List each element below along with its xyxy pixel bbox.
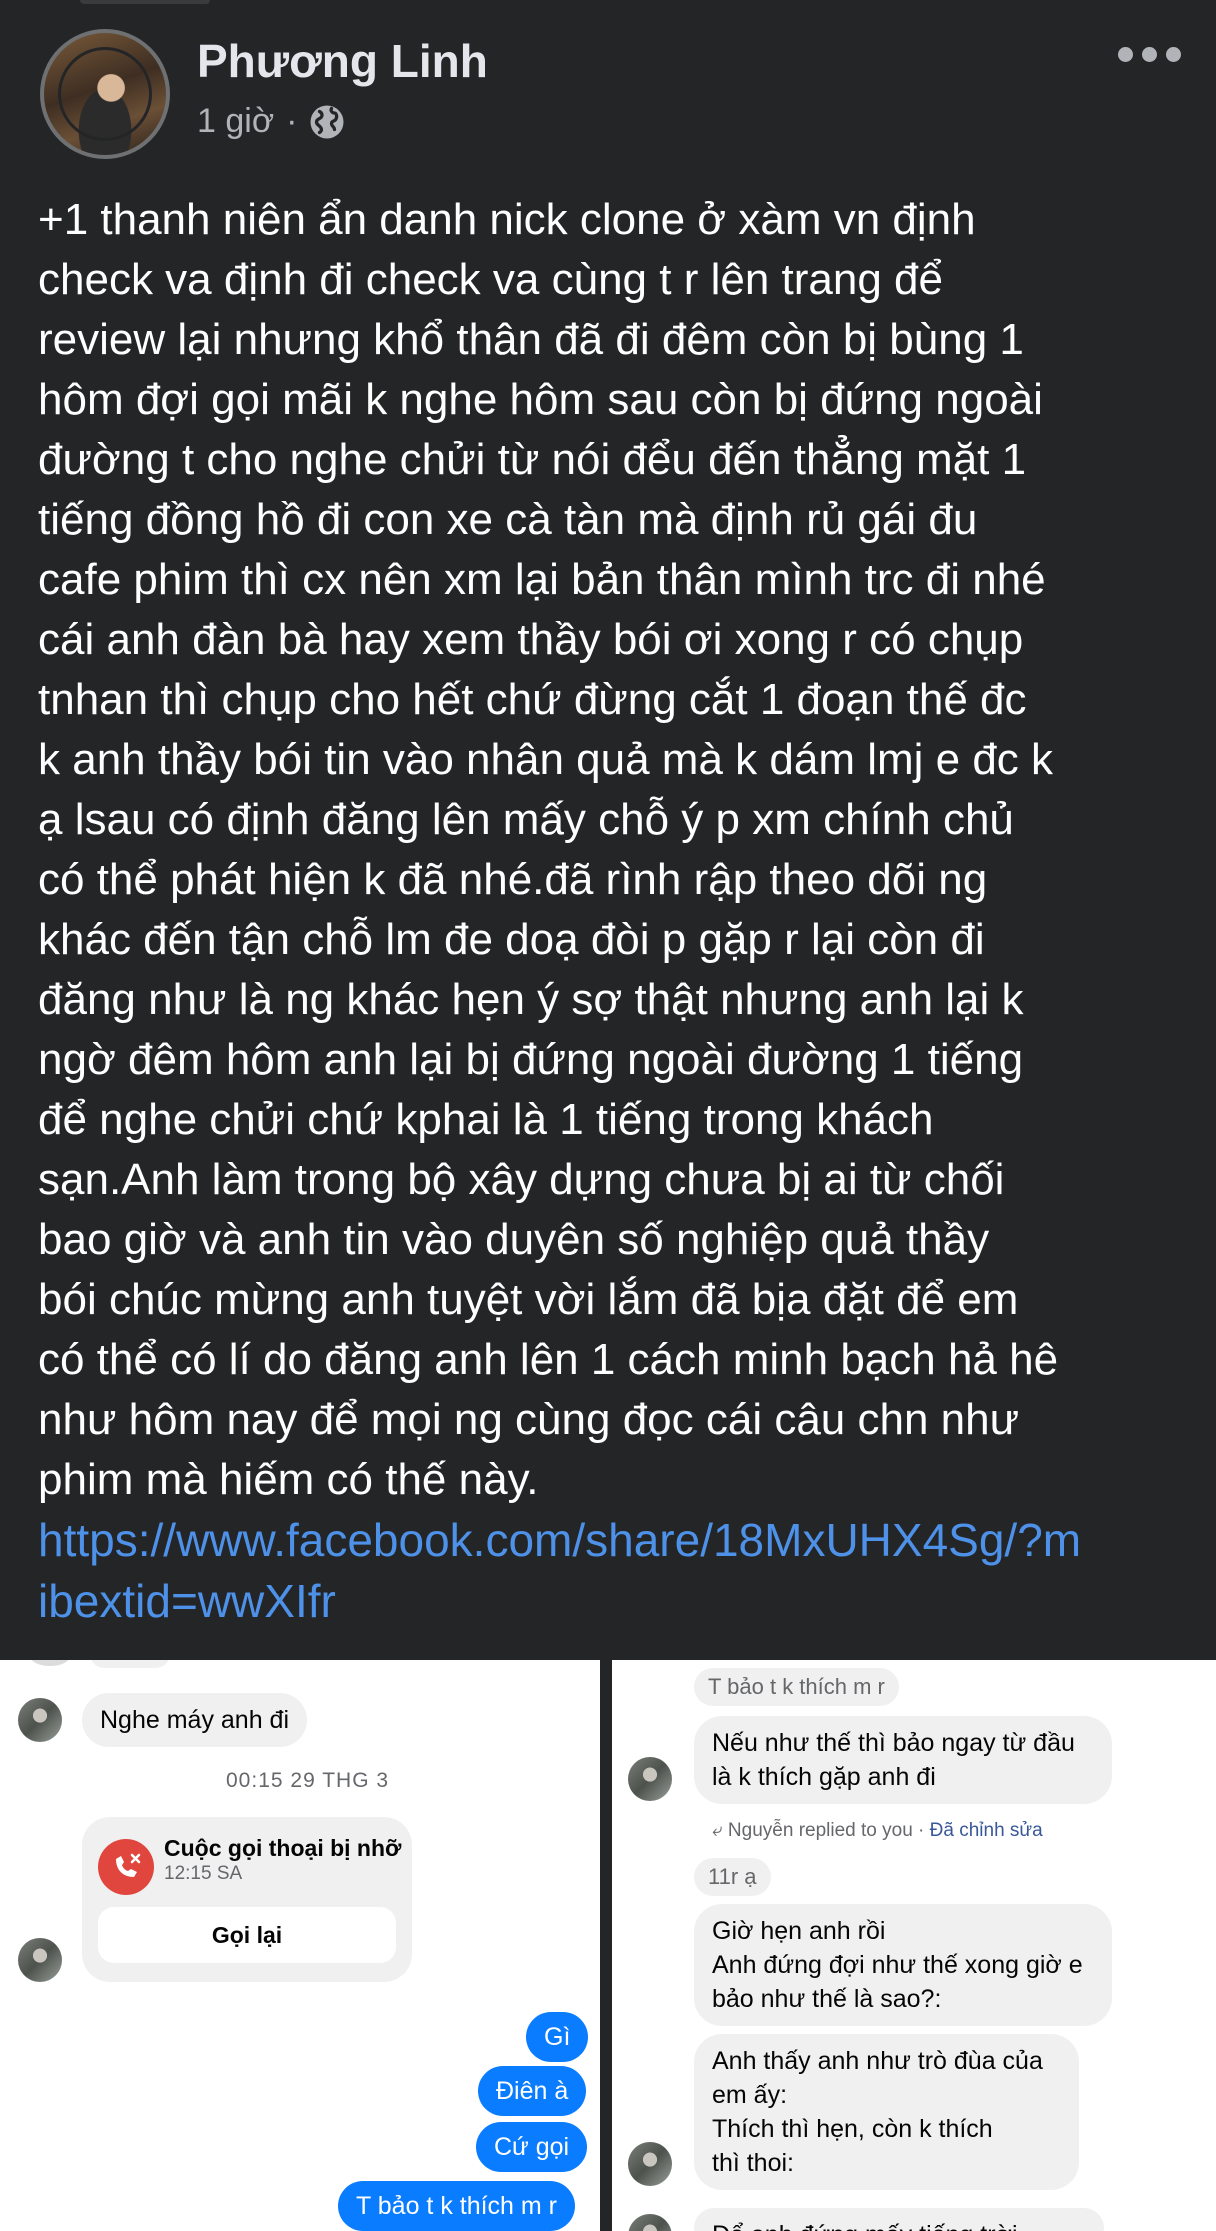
incoming-message: Nếu như thế thì bảo ngay từ đầu là k thí… — [694, 1716, 1112, 1804]
sender-avatar — [628, 1757, 672, 1801]
post-text-line: cafe phim thì cx nên xm lại bản thân mìn… — [38, 555, 1046, 604]
post-text: +1 thanh niên ẩn danh nick clone ở xàm v… — [38, 190, 1198, 1510]
post-text-line: đăng như là ng khác hẹn ý sợ thật nhưng … — [38, 975, 1024, 1024]
incoming-message: Nghe máy anh đi — [82, 1693, 308, 1747]
author-avatar[interactable] — [40, 29, 170, 159]
incoming-message: Giờ hẹn anh rồi Anh đứng đợi như thế xon… — [694, 1904, 1112, 2026]
message-line: thì thoi: — [712, 2149, 794, 2177]
outgoing-message: Gì — [526, 2012, 589, 2062]
post-text-line: ngờ đêm hôm anh lại bị đứng ngoài đường … — [38, 1035, 1024, 1084]
message-line: bảo như thế là sao?: — [712, 1985, 942, 2013]
outgoing-message: Cứ gọi — [476, 2122, 588, 2172]
globe-icon[interactable] — [309, 104, 345, 140]
author-name[interactable]: Phương Linh — [197, 34, 488, 88]
message-line: Nếu như thế thì bảo ngay từ đầu — [712, 1729, 1075, 1757]
shared-link[interactable]: https://www.facebook.com/share/18MxUHX4S… — [38, 1510, 1208, 1632]
sender-avatar — [18, 1938, 62, 1982]
sender-avatar — [18, 1698, 62, 1742]
edited-label[interactable]: Đã chỉnh sửa — [930, 1820, 1043, 1841]
reply-header-text: Nguyễn replied to you — [727, 1820, 913, 1841]
post-text-line: sạn.Anh làm trong bộ xây dựng chưa bị ai… — [38, 1155, 1005, 1204]
post-text-line: để nghe chửi chứ kphai là 1 tiếng trong … — [38, 1095, 934, 1144]
more-dot — [1118, 46, 1133, 62]
post-text-line: phim mà hiếm có thế này. — [38, 1455, 539, 1504]
chat-timestamp: 00:15 29 THG 3 — [226, 1769, 390, 1792]
post-text-line: bói chúc mừng anh tuyệt vời lắm đã bịa đ… — [38, 1275, 1019, 1324]
missed-call-icon — [98, 1839, 154, 1895]
post-text-line: check va định đi check va cùng t r lên t… — [38, 255, 943, 304]
post-text-line: review lại nhưng khổ thân đã đi đêm còn … — [38, 315, 1024, 364]
sender-avatar — [628, 2142, 672, 2186]
missed-call-time: 12:15 SA — [164, 1863, 243, 1884]
outgoing-message: Điên à — [478, 2066, 587, 2116]
more-dot — [1166, 46, 1181, 62]
message-line: Anh thấy anh như trò đùa của — [712, 2047, 1043, 2075]
message-line: là k thích gặp anh đi — [712, 1763, 936, 1791]
more-horizontal-icon[interactable] — [1118, 42, 1182, 66]
post-text-line: có thể phát hiện k đã nhé.đã rình rập th… — [38, 855, 988, 904]
call-back-button[interactable]: Gọi lại — [98, 1907, 396, 1963]
quoted-message: T bảo t k thích m r — [694, 1668, 899, 1706]
post-meta: 1 giờ · — [197, 102, 345, 141]
missed-call-card: Cuộc gọi thoại bị nhỡ 12:15 SA Gọi lại — [82, 1817, 412, 1982]
image-divider — [600, 1660, 612, 2231]
missed-call-title: Cuộc gọi thoại bị nhỡ — [164, 1835, 402, 1861]
cropped-avatar — [30, 1660, 70, 1666]
post-text-line: +1 thanh niên ẩn danh nick clone ở xàm v… — [38, 195, 976, 244]
shared-link-line[interactable]: ibextid=wwXIfr — [38, 1571, 1208, 1632]
outgoing-message: T bảo t k thích m r — [338, 2181, 576, 2231]
message-line: em ấy: — [712, 2081, 788, 2109]
reply-quote: 11r ạ — [694, 1858, 771, 1896]
previous-post-edge — [80, 0, 210, 4]
reply-arrow-icon: ⤶ — [712, 1820, 728, 1841]
post-text-line: k anh thầy bói tin vào nhân quả mà k dám… — [38, 735, 1054, 784]
meta-separator: · — [286, 102, 298, 140]
post-text-line: tnhan thì chụp cho hết chứ đừng cắt 1 đo… — [38, 675, 1027, 724]
avatar-story-ring — [58, 47, 152, 141]
shared-link-line[interactable]: https://www.facebook.com/share/18MxUHX4S… — [38, 1510, 1208, 1571]
reply-header: ⤶ Nguyễn replied to you · Đã chỉnh sửa — [712, 1820, 1043, 1842]
post-time[interactable]: 1 giờ — [197, 102, 274, 141]
more-dot — [1142, 46, 1157, 62]
post-text-line: như hôm nay để mọi ng cùng đọc cái câu c… — [38, 1395, 1020, 1444]
post-text-line: hôm đợi gọi mãi k nghe hôm sau còn bị đứ… — [38, 375, 1043, 424]
reply-separator: · — [918, 1820, 930, 1841]
post-text-line: ạ lsau có định đăng lên mấy chỗ ý p xm c… — [38, 795, 1014, 844]
cropped-bubble — [90, 1660, 170, 1668]
incoming-message: Anh thấy anh như trò đùa của em ấy: Thíc… — [694, 2034, 1079, 2190]
message-line: Giờ hẹn anh rồi — [712, 1917, 886, 1945]
post-text-line: tiếng đồng hồ đi con xe cà tàn mà định r… — [38, 495, 978, 544]
post-text-line: có thể có lí do đăng anh lên 1 cách minh… — [38, 1335, 1059, 1384]
post-text-line: đường t cho nghe chửi từ nói đểu đến thẳ… — [38, 435, 1027, 484]
post-text-line: cái anh đàn bà hay xem thầy bói ơi xong … — [38, 615, 1024, 664]
incoming-message-partial: Để anh đứng mấy tiếng trời — [694, 2208, 1104, 2231]
post-text-line: khác đến tận chỗ lm đe doạ đòi p gặp r l… — [38, 915, 985, 964]
message-line: Thích thì hẹn, còn k thích — [712, 2115, 993, 2143]
post-text-line: bao giờ và anh tin vào duyên số nghiệp q… — [38, 1215, 990, 1264]
message-line: Anh đứng đợi như thế xong giờ e — [712, 1951, 1083, 1979]
